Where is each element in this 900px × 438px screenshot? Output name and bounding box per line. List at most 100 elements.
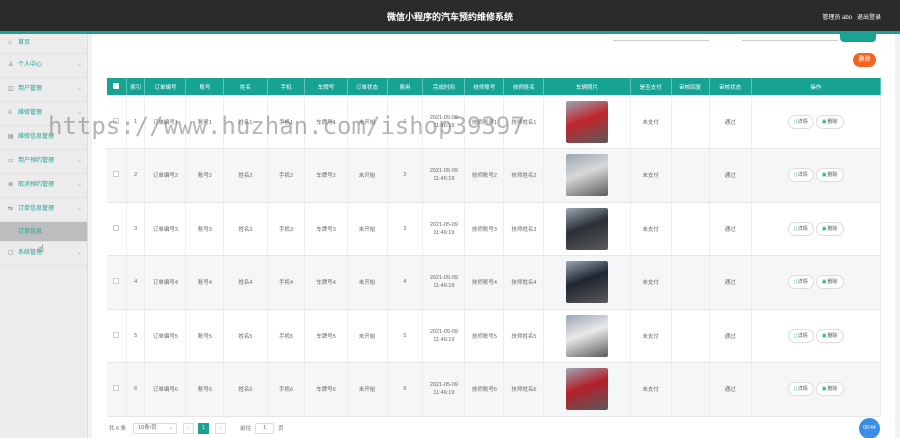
- pagination: 共 6 条 10条/页 ⌄ ‹ 1 › 前往 1 页: [109, 422, 284, 434]
- select-all-checkbox[interactable]: [107, 78, 127, 95]
- delete-button[interactable]: ▣删除: [815, 382, 844, 397]
- cell-index: 2: [126, 148, 146, 203]
- sidebar-item-7[interactable]: ⇆ 订单信息管理 ⌄: [0, 198, 87, 222]
- row-checkbox[interactable]: [107, 362, 127, 417]
- car-photo: [565, 261, 608, 304]
- search-field-1[interactable]: [613, 40, 709, 41]
- document-icon: ▯: [794, 172, 797, 179]
- cell-account: 账号2: [185, 148, 225, 203]
- chevron-down-icon: ⌄: [168, 424, 174, 431]
- chevron-down-icon: ⌄: [76, 86, 82, 92]
- row-checkbox[interactable]: [107, 202, 127, 256]
- detail-button[interactable]: ▯详情: [788, 275, 814, 290]
- sidebar-item-4[interactable]: ▤ 维修信息管理: [0, 126, 87, 150]
- total-count: 共 6 条: [109, 426, 127, 432]
- cell-tech_name: 技师姓名1: [503, 95, 545, 149]
- delete-button[interactable]: ▣删除: [815, 114, 844, 129]
- detail-button[interactable]: ▯详情: [788, 168, 814, 183]
- sidebar-item-0[interactable]: ⌂ 首页: [0, 34, 87, 54]
- detail-button[interactable]: ▯详情: [788, 221, 814, 236]
- trash-icon: ▣: [821, 279, 827, 286]
- search-button[interactable]: [840, 34, 876, 42]
- cell-reply: [671, 309, 710, 363]
- delete-button[interactable]: ▣删除: [815, 275, 844, 290]
- cell-review: 通过: [709, 202, 752, 256]
- cell-phone: 手机2: [267, 148, 306, 203]
- sidebar-item-2[interactable]: ◫ 用户管理 ⌄: [0, 78, 87, 102]
- top-bar: 微信小程序的汽车预约维修系统 管理员 abo 退出登录: [0, 0, 900, 31]
- cell-time: 2021-05-09 11:46:19: [422, 255, 466, 310]
- cell-plate: 车牌号3: [304, 202, 348, 256]
- cell-tech_account: 技师账号3: [464, 202, 505, 256]
- cell-time: 2021-05-09 11:46:19: [422, 362, 466, 417]
- cell-fee: 6: [387, 362, 424, 417]
- car-photo-cell: [543, 95, 631, 149]
- row-checkbox[interactable]: [107, 95, 127, 149]
- chevron-down-icon: ⌄: [76, 158, 82, 164]
- cell-paid: 未支付: [630, 148, 672, 203]
- hand-cursor-icon: ☝: [38, 244, 45, 255]
- actions-cell: ▯详情 ▣删除: [751, 202, 882, 256]
- prev-page-button[interactable]: ‹: [183, 422, 195, 434]
- cell-index: 3: [126, 202, 146, 256]
- sidebar-item-5[interactable]: ▭ 用户预约管理 ⌄: [0, 150, 87, 174]
- float-timer-button[interactable]: 00:44: [859, 418, 880, 438]
- batch-delete-button[interactable]: 删除: [853, 53, 876, 67]
- row-checkbox[interactable]: [107, 309, 127, 363]
- delete-button[interactable]: ▣删除: [815, 221, 844, 236]
- page-number-current[interactable]: 1: [198, 422, 210, 434]
- trash-icon: ▣: [821, 118, 827, 125]
- actions-cell: ▯详情 ▣删除: [751, 148, 882, 203]
- goto-page-input[interactable]: 1: [255, 422, 275, 434]
- car-photo: [565, 314, 608, 357]
- table-row: 5 订单编号5 账号5 姓名5 手机5 车牌号5 未开始 5 2021-05-09 11:46:…: [107, 309, 882, 363]
- sidebar-item-3[interactable]: ≡ 维修管理 ⌄: [0, 102, 87, 126]
- cell-paid: 未支付: [630, 202, 672, 256]
- column-header: 订单状态: [347, 78, 388, 95]
- sidebar-item-label: 维修信息管理: [18, 134, 55, 140]
- row-checkbox[interactable]: [107, 148, 127, 203]
- detail-button[interactable]: ▯详情: [788, 328, 814, 343]
- cell-time: 2021-05-09 11:46:19: [422, 148, 466, 203]
- cell-tech_account: 技师账号2: [464, 148, 505, 203]
- cell-review: 通过: [709, 255, 752, 310]
- cell-review: 通过: [709, 95, 752, 149]
- detail-button[interactable]: ▯详情: [788, 382, 814, 397]
- column-header: 技师姓名: [503, 78, 545, 95]
- sidebar-item-6[interactable]: ⊗ 取消预约管理 ⌄: [0, 174, 87, 198]
- cell-plate: 车牌号1: [304, 95, 348, 149]
- cell-name: 姓名6: [223, 362, 268, 417]
- search-field-2[interactable]: [742, 40, 838, 41]
- delete-button[interactable]: ▣删除: [815, 168, 844, 183]
- trash-icon: ▣: [821, 172, 827, 179]
- actions-cell: ▯详情 ▣删除: [751, 309, 882, 363]
- logout-link[interactable]: 退出登录: [857, 12, 881, 21]
- sidebar-item-label: 首页: [18, 40, 31, 46]
- car-photo-cell: [543, 309, 631, 363]
- sidebar-subitem-orders[interactable]: 订单信息: [0, 222, 87, 242]
- chevron-down-icon: ⌄: [76, 206, 82, 212]
- cancel-icon: ⊗: [8, 182, 14, 188]
- delete-button[interactable]: ▣删除: [815, 328, 844, 343]
- next-page-button[interactable]: ›: [215, 422, 227, 434]
- trash-icon: ▣: [821, 386, 827, 393]
- row-checkbox[interactable]: [107, 255, 127, 310]
- list-icon: ≡: [8, 110, 12, 116]
- cell-account: 账号4: [185, 255, 225, 310]
- order-icon: ⇆: [8, 206, 14, 212]
- cell-name: 姓名5: [223, 309, 268, 363]
- cell-order: 订单编号5: [144, 309, 187, 363]
- cell-fee: 2: [387, 148, 424, 203]
- sidebar: ⌂ 首页 ♙ 个人中心 ⌄ ◫ 用户管理 ⌄ ≡ 维修管理 ⌄ ▤ 维修信息管理 ▭ 用户预约管理 ⌄ ⊗ 取消预…: [0, 34, 88, 438]
- cell-status: 未开始: [347, 148, 388, 203]
- car-photo-cell: [543, 255, 631, 310]
- page-size-select[interactable]: 10条/页 ⌄: [133, 422, 178, 434]
- cell-status: 未开始: [347, 95, 388, 149]
- cell-fee: 4: [387, 255, 424, 310]
- column-header: 姓名: [223, 78, 268, 95]
- cell-tech_name: 技师姓名4: [503, 255, 545, 310]
- detail-button[interactable]: ▯详情: [788, 114, 814, 129]
- trash-icon: ▣: [821, 225, 827, 232]
- sidebar-item-1[interactable]: ♙ 个人中心 ⌄: [0, 54, 87, 78]
- cell-phone: 手机6: [267, 362, 306, 417]
